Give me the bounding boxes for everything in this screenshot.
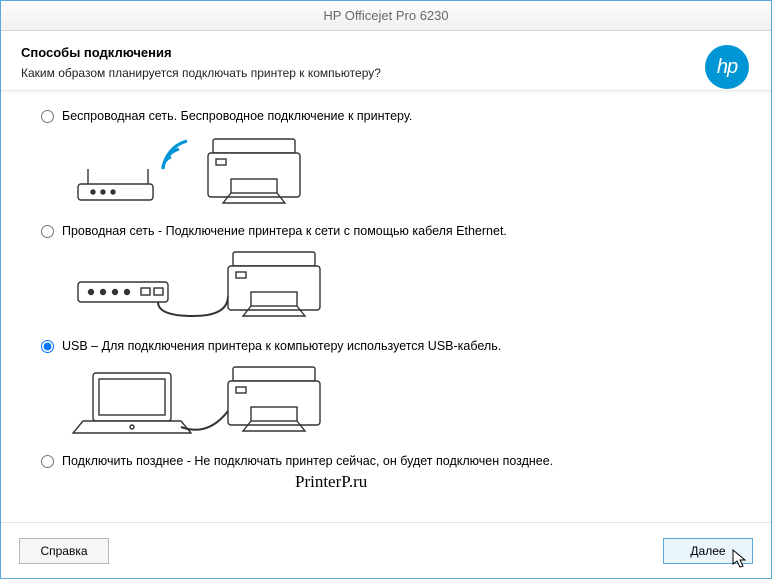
illustration-wired-icon [63,244,741,329]
option-wired[interactable]: Проводная сеть - Подключение принтера к … [41,224,741,238]
installer-window: HP Officejet Pro 6230 Способы подключени… [0,0,772,579]
radio-wireless[interactable] [41,110,54,123]
titlebar: HP Officejet Pro 6230 [1,1,771,31]
content-area: Беспроводная сеть. Беспроводное подключе… [1,91,771,522]
header: Способы подключения Каким образом планир… [1,31,771,91]
radio-later[interactable] [41,455,54,468]
illustration-usb-icon [63,359,741,444]
radio-usb[interactable] [41,340,54,353]
window-title: HP Officejet Pro 6230 [323,8,448,23]
option-later[interactable]: Подключить позднее - Не подключать принт… [41,454,741,468]
label-wired: Проводная сеть - Подключение принтера к … [62,224,507,238]
page-subtitle: Каким образом планируется подключать при… [21,66,751,80]
hp-logo: hp [705,45,749,89]
illustration-wireless-icon [63,129,741,214]
hp-logo-text: hp [717,56,737,79]
option-wireless[interactable]: Беспроводная сеть. Беспроводное подключе… [41,109,741,123]
footer: Справка Далее [1,522,771,578]
label-usb: USB – Для подключения принтера к компьют… [62,339,501,353]
label-wireless: Беспроводная сеть. Беспроводное подключе… [62,109,412,123]
label-later: Подключить позднее - Не подключать принт… [62,454,553,468]
page-title: Способы подключения [21,45,751,60]
help-button[interactable]: Справка [19,538,109,564]
next-button[interactable]: Далее [663,538,753,564]
option-usb[interactable]: USB – Для подключения принтера к компьют… [41,339,741,353]
radio-wired[interactable] [41,225,54,238]
